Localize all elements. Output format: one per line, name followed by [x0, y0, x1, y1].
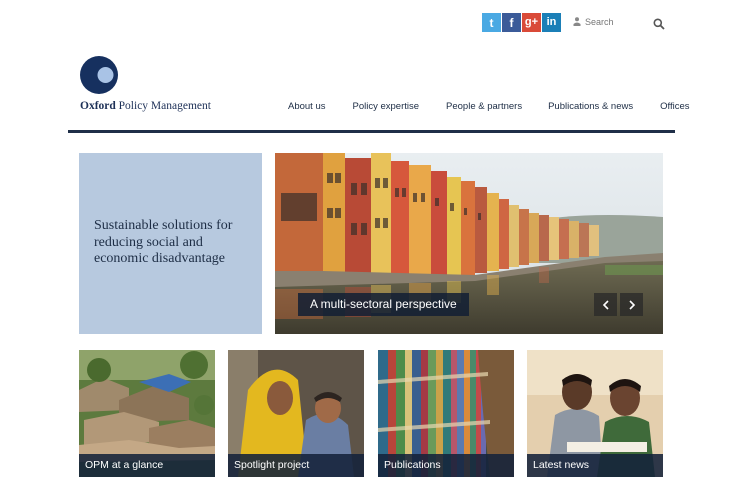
chevron-right-icon [628, 299, 635, 310]
slider-next-button[interactable] [620, 293, 643, 316]
search-icon[interactable] [653, 18, 665, 30]
tile-opm-at-a-glance[interactable]: OPM at a glance [79, 350, 215, 477]
tile-caption[interactable]: OPM at a glance [79, 454, 215, 477]
logo-mark[interactable] [80, 56, 118, 94]
facebook-icon[interactable]: f [502, 13, 521, 32]
logo-wordmark[interactable]: Oxford Policy Management [80, 100, 211, 112]
social-links: t f g+ in [482, 13, 561, 32]
logo-rest-text: Policy Management [115, 100, 211, 112]
twitter-icon[interactable]: t [482, 13, 501, 32]
tile-latest-news[interactable]: Latest news [527, 350, 663, 477]
nav-people-partners[interactable]: People & partners [446, 101, 522, 112]
nav-publications-news[interactable]: Publications & news [548, 101, 633, 112]
tile-caption[interactable]: Latest news [527, 454, 663, 477]
slider-prev-button[interactable] [594, 293, 617, 316]
hero-slider[interactable]: A multi-sectoral perspective [275, 153, 663, 334]
tagline-panel: Sustainable solutions for reducing socia… [79, 153, 262, 334]
nav-offices[interactable]: Offices [660, 101, 689, 112]
header-divider [68, 130, 675, 133]
user-icon[interactable] [573, 17, 581, 26]
hero-caption[interactable]: A multi-sectoral perspective [298, 293, 469, 316]
tagline-text: Sustainable solutions for reducing socia… [94, 218, 233, 266]
google-plus-icon[interactable]: g+ [522, 13, 541, 32]
nav-policy-expertise[interactable]: Policy expertise [353, 101, 420, 112]
nav-about-us[interactable]: About us [288, 101, 326, 112]
tile-publications[interactable]: Publications [378, 350, 514, 477]
tile-spotlight-project[interactable]: Spotlight project [228, 350, 364, 477]
main-nav: About us Policy expertise People & partn… [288, 101, 690, 112]
linkedin-icon[interactable]: in [542, 13, 561, 32]
logo-bold-text: Oxford [80, 100, 116, 112]
tile-caption[interactable]: Spotlight project [228, 454, 364, 477]
search-label[interactable]: Search [585, 17, 614, 27]
tile-caption[interactable]: Publications [378, 454, 514, 477]
chevron-left-icon [602, 299, 609, 310]
